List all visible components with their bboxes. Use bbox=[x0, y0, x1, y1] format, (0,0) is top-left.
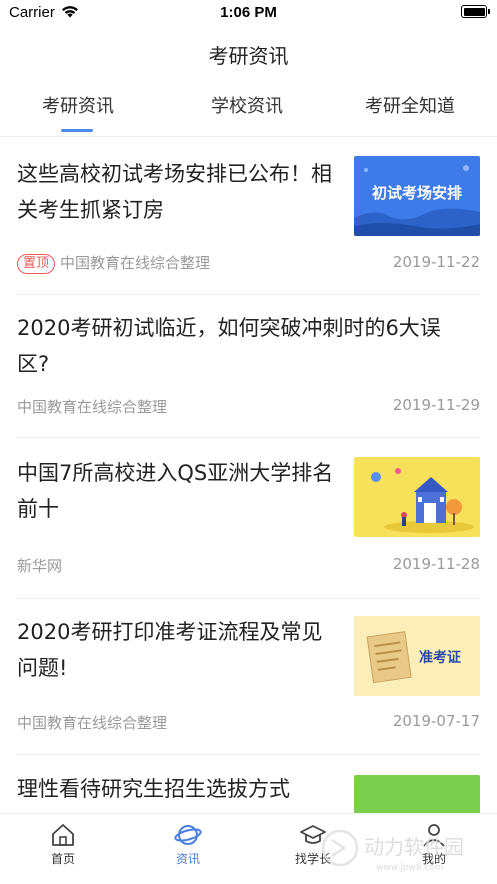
tabbar-label: 首页 bbox=[50, 852, 75, 866]
bottom-tab-bar: 首页 资讯 找学长 我的 bbox=[0, 813, 497, 884]
pinned-badge: 置顶 bbox=[17, 254, 56, 274]
admission-ticket-illustration: 准考证 bbox=[354, 616, 480, 696]
article-source: 新华网 bbox=[17, 557, 63, 575]
tabbar-label: 我的 bbox=[421, 852, 446, 866]
article-item[interactable]: 这些高校初试考场安排已公布！相关考生抓紧订房 初试考场安排 置顶 中国教育在线综合… bbox=[17, 156, 480, 295]
article-title: 2020考研打印准考证流程及常见问题! bbox=[17, 620, 323, 680]
home-icon bbox=[52, 824, 74, 846]
tab-school-news[interactable]: 学校资讯 bbox=[164, 92, 330, 118]
planet-icon bbox=[174, 825, 202, 845]
tabbar-mine[interactable]: 我的 bbox=[394, 822, 474, 867]
graduation-cap-icon bbox=[300, 825, 326, 844]
article-source: 中国教育在线综合整理 bbox=[17, 714, 168, 732]
tab-kaoyan-guide[interactable]: 考研全知道 bbox=[327, 92, 493, 118]
article-item[interactable]: 2020考研打印准考证流程及常见问题! 准考证 中国教育在线综合整理 2019-… bbox=[17, 614, 480, 755]
tabbar-news[interactable]: 资讯 bbox=[148, 822, 228, 867]
tabbar-label: 找学长 bbox=[294, 852, 331, 866]
tab-kaoyan-news[interactable]: 考研资讯 bbox=[0, 92, 161, 118]
article-source: 中国教育在线综合整理 bbox=[17, 398, 168, 416]
status-bar: Carrier 1:06 PM bbox=[0, 0, 497, 28]
article-date: 2019-11-22 bbox=[392, 253, 480, 271]
article-title: 2020考研初试临近，如何突破冲刺时的6大误区? bbox=[17, 316, 441, 376]
article-date: 2019-07-17 bbox=[392, 712, 480, 730]
user-icon bbox=[423, 824, 445, 847]
tabbar-home[interactable]: 首页 bbox=[23, 822, 103, 867]
article-thumbnail: 初试考场安排 bbox=[354, 156, 480, 236]
category-tabs: 考研资讯 学校资讯 考研全知道 bbox=[0, 84, 497, 137]
article-source: 中国教育在线综合整理 bbox=[60, 254, 211, 272]
university-illustration bbox=[354, 457, 480, 537]
article-item[interactable]: 中国7所高校进入QS亚洲大学排名前十 新华网 2019-11-28 bbox=[17, 455, 480, 599]
exam-room-banner-image: 初试考场安排 bbox=[354, 156, 480, 236]
article-title: 中国7所高校进入QS亚洲大学排名前十 bbox=[17, 461, 334, 521]
article-item[interactable]: 2020考研初试临近，如何突破冲刺时的6大误区? 中国教育在线综合整理 2019… bbox=[17, 310, 480, 438]
article-thumbnail bbox=[354, 457, 480, 537]
tabbar-label: 资讯 bbox=[175, 852, 200, 866]
article-date: 2019-11-28 bbox=[392, 555, 480, 573]
article-meta: 置顶 中国教育在线综合整理 bbox=[17, 252, 210, 275]
page-title: 考研资讯 bbox=[208, 44, 289, 68]
thumb-caption: 初试考场安排 bbox=[372, 184, 462, 202]
clock: 1:06 PM bbox=[220, 4, 277, 21]
active-tab-indicator bbox=[61, 129, 93, 132]
article-thumbnail: 准考证 bbox=[354, 616, 480, 696]
article-date: 2019-11-29 bbox=[392, 396, 480, 414]
battery-icon bbox=[461, 5, 490, 18]
article-title: 这些高校初试考场安排已公布！相关考生抓紧订房 bbox=[17, 162, 332, 222]
thumb-caption: 准考证 bbox=[419, 649, 461, 666]
article-title: 理性看待研究生招生选拔方式 bbox=[17, 777, 290, 801]
tabbar-find-senior[interactable]: 找学长 bbox=[273, 822, 353, 867]
